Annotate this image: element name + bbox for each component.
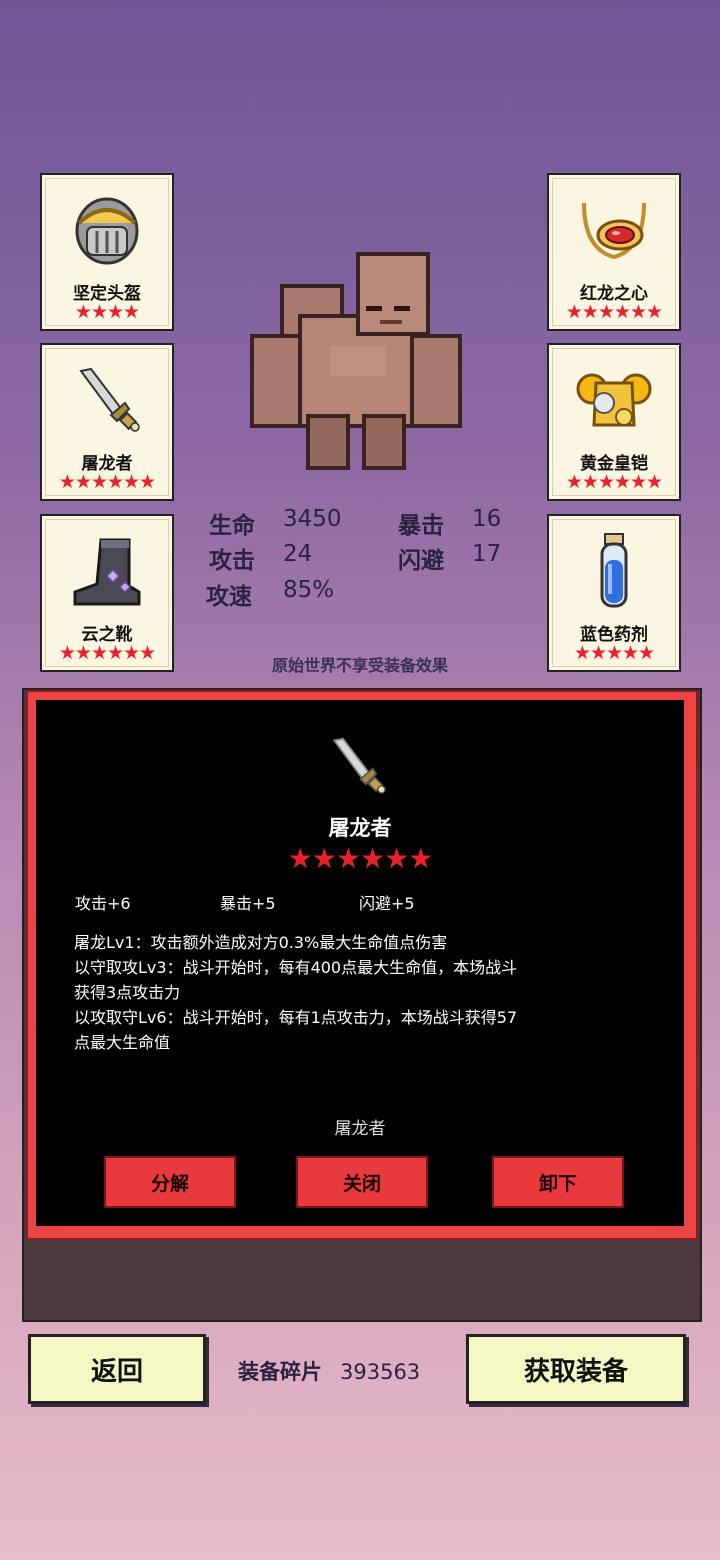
- stat-speed-label: 攻速: [206, 584, 252, 610]
- fragments-value: 393563: [340, 1360, 421, 1384]
- stat-crit-value: 16: [472, 506, 502, 532]
- fragments-label: 装备碎片: [238, 1360, 322, 1384]
- stat-hp-value: 3450: [283, 506, 342, 532]
- stat-crit-label: 暴击: [398, 513, 444, 539]
- item-stars: ★★★★★★: [287, 842, 434, 875]
- bonus-attack: 攻击+6: [75, 894, 131, 913]
- boots-icon: [73, 538, 141, 606]
- dagger-icon: [79, 367, 140, 432]
- equip-slot-armor[interactable]: 黄金皇铠 ★★★★★★: [547, 343, 681, 501]
- equip-slot-helmet[interactable]: 坚定头盔 ★★★★: [40, 173, 174, 331]
- get-equipment-button[interactable]: 获取装备: [466, 1334, 686, 1404]
- close-button[interactable]: 关闭: [296, 1156, 428, 1208]
- desc-line: 以守取攻Lv3：战斗开始时，每有400点最大生命值，本场战斗: [74, 958, 518, 977]
- stat-hp-label: 生命: [209, 513, 255, 539]
- slot-stars: ★★★★★★: [58, 642, 156, 664]
- desc-line: 以攻取守Lv6：战斗开始时，每有1点攻击力，本场战斗获得57: [74, 1008, 518, 1027]
- stat-dodge-label: 闪避: [398, 548, 444, 574]
- desc-line: 点最大生命值: [74, 1033, 171, 1052]
- equip-slot-weapon[interactable]: 屠龙者 ★★★★★★: [40, 343, 174, 501]
- item-owner: 屠龙者: [334, 1119, 386, 1139]
- stat-dodge-value: 17: [472, 541, 502, 567]
- dagger-icon: [332, 737, 386, 794]
- slot-stars: ★★★★★★: [58, 471, 156, 493]
- potion-icon: [600, 533, 628, 608]
- slot-stars: ★★★★: [74, 301, 140, 323]
- equip-slot-boots[interactable]: 云之靴 ★★★★★★: [40, 514, 174, 672]
- equip-slot-potion[interactable]: 蓝色药剂 ★★★★★: [547, 514, 681, 672]
- stat-speed-value: 85%: [283, 577, 335, 603]
- back-button[interactable]: 返回: [28, 1334, 206, 1404]
- stat-atk-label: 攻击: [209, 548, 255, 574]
- unequip-button[interactable]: 卸下: [492, 1156, 624, 1208]
- fragments-counter: 装备碎片 393563: [238, 1356, 420, 1386]
- stat-atk-value: 24: [283, 541, 313, 567]
- desc-line: 获得3点攻击力: [74, 983, 181, 1002]
- slot-stars: ★★★★★★: [565, 301, 663, 323]
- slot-stars: ★★★★★★: [565, 471, 663, 493]
- item-description: 屠龙Lv1：攻击额外造成对方0.3%最大生命值点伤害 以守取攻Lv3：战斗开始时…: [74, 930, 654, 1055]
- helmet-icon: [75, 197, 139, 265]
- bonus-dodge: 闪避+5: [359, 894, 415, 913]
- bonus-crit: 暴击+5: [220, 894, 276, 913]
- desc-line: 屠龙Lv1：攻击额外造成对方0.3%最大生命值点伤害: [74, 933, 448, 952]
- decompose-button[interactable]: 分解: [104, 1156, 236, 1208]
- equip-slot-amulet[interactable]: 红龙之心 ★★★★★★: [547, 173, 681, 331]
- amulet-icon: [582, 202, 646, 260]
- item-title: 屠龙者: [328, 816, 392, 840]
- armor-icon: [576, 373, 652, 427]
- slot-stars: ★★★★★: [573, 642, 655, 664]
- equipment-note: 原始世界不享受装备效果: [271, 656, 448, 675]
- golem-character: [250, 252, 462, 470]
